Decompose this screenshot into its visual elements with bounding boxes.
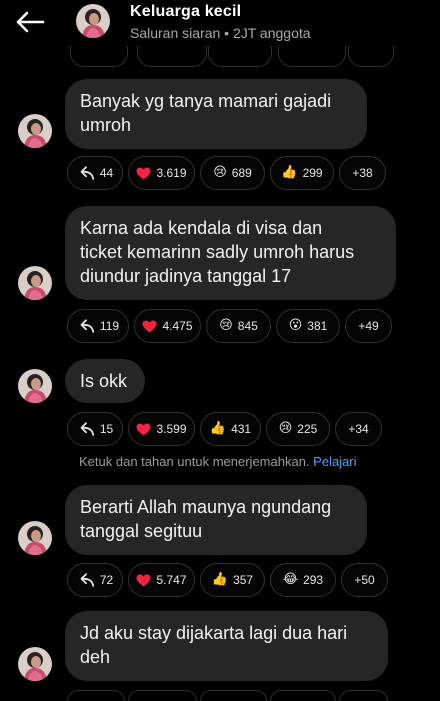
reply-arrow-icon bbox=[77, 573, 95, 588]
reaction-chip-edge bbox=[70, 46, 128, 67]
surprised-face-icon: 😮 bbox=[288, 318, 303, 333]
thumbs-up-icon: 👍 bbox=[281, 165, 298, 180]
reply-count: 44 bbox=[99, 166, 114, 180]
heart-reaction-chip[interactable]: 4.475 bbox=[134, 309, 201, 343]
heart-icon bbox=[136, 574, 151, 587]
reaction-count: 293 bbox=[303, 573, 324, 587]
reaction-chip-edge bbox=[137, 46, 207, 67]
heart-reaction-chip[interactable]: 5.747 bbox=[128, 563, 195, 597]
reply-arrow-icon bbox=[77, 166, 95, 181]
emoji-reaction-chip[interactable]: 😢 225 bbox=[266, 412, 330, 446]
reply-count: 119 bbox=[99, 319, 120, 333]
reaction-chip-edge bbox=[208, 46, 272, 67]
more-reactions-chip[interactable]: +49 bbox=[345, 309, 392, 343]
emoji-reaction-chip[interactable]: 👍 431 bbox=[200, 412, 261, 446]
back-arrow-icon[interactable] bbox=[14, 10, 46, 34]
message-bubble[interactable]: Banyak yg tanya mamari gajadi umroh bbox=[65, 79, 367, 149]
emoji-reaction-chip[interactable]: 😂 293 bbox=[270, 563, 336, 597]
emoji-reaction-chip[interactable]: 👍 299 bbox=[270, 156, 334, 190]
emoji-reaction-chip[interactable]: 😢 689 bbox=[200, 156, 265, 190]
thumbs-up-icon: 👍 bbox=[209, 421, 227, 436]
crying-face-icon: 😢 bbox=[213, 165, 227, 180]
thumbs-up-icon: 👍 bbox=[211, 572, 229, 587]
crying-face-icon: 😢 bbox=[278, 421, 293, 436]
reaction-count: 299 bbox=[302, 166, 323, 180]
reply-count: 15 bbox=[99, 422, 114, 436]
reaction-chip-edge bbox=[348, 46, 394, 67]
reply-arrow-icon bbox=[77, 319, 95, 334]
heart-reaction-chip[interactable]: 3.599 bbox=[128, 412, 195, 446]
reply-count-chip[interactable]: 119 bbox=[67, 309, 129, 343]
sender-avatar[interactable] bbox=[18, 114, 52, 148]
reply-arrow-icon bbox=[77, 422, 95, 437]
reaction-count: 431 bbox=[231, 422, 252, 436]
reply-count-chip[interactable]: 44 bbox=[67, 156, 123, 190]
channel-title[interactable]: Keluarga kecil bbox=[130, 3, 241, 21]
reaction-chip-edge bbox=[128, 690, 197, 701]
sender-avatar[interactable] bbox=[18, 521, 52, 555]
reaction-chip-edge bbox=[200, 690, 267, 701]
channel-avatar[interactable] bbox=[76, 4, 110, 38]
message-bubble[interactable]: Berarti Allah maunya ngundang tanggal se… bbox=[65, 485, 367, 555]
reaction-bar: 119 4.475 😢 845 😮 381 +49 bbox=[67, 309, 392, 343]
more-reactions-chip[interactable]: +34 bbox=[335, 412, 382, 446]
channel-header: Keluarga kecil Saluran siaran • 2JT angg… bbox=[0, 0, 440, 67]
learn-more-link[interactable]: Pelajari bbox=[313, 454, 356, 469]
heart-count: 3.619 bbox=[156, 166, 187, 180]
reaction-chip-edge bbox=[339, 690, 388, 701]
heart-count: 3.599 bbox=[156, 422, 187, 436]
heart-count: 5.747 bbox=[156, 573, 187, 587]
reaction-bar: 72 5.747 👍 357 😂 293 +50 bbox=[67, 563, 388, 597]
reaction-count: 845 bbox=[237, 319, 258, 333]
heart-icon bbox=[136, 423, 151, 436]
reaction-chip-edge bbox=[278, 46, 346, 67]
more-reactions-chip[interactable]: +50 bbox=[341, 563, 388, 597]
message-bubble[interactable]: Jd aku stay dijakarta lagi dua hari deh bbox=[65, 611, 388, 681]
translate-hint: Ketuk dan tahan untuk menerjemahkan. Pel… bbox=[79, 454, 357, 469]
sender-avatar[interactable] bbox=[18, 647, 52, 681]
reaction-count: 225 bbox=[297, 422, 318, 436]
heart-count: 4.475 bbox=[162, 319, 193, 333]
emoji-reaction-chip[interactable]: 😮 381 bbox=[276, 309, 340, 343]
laughing-face-icon: 😂 bbox=[282, 572, 299, 587]
heart-icon bbox=[136, 167, 151, 180]
crying-face-icon: 😢 bbox=[219, 318, 233, 333]
reply-count: 72 bbox=[99, 573, 114, 587]
heart-reaction-chip[interactable]: 3.619 bbox=[128, 156, 195, 190]
emoji-reaction-chip[interactable]: 👍 357 bbox=[200, 563, 265, 597]
reply-count-chip[interactable]: 72 bbox=[67, 563, 123, 597]
translate-hint-text: Ketuk dan tahan untuk menerjemahkan. bbox=[79, 454, 310, 469]
message-bubble[interactable]: Is okk bbox=[65, 359, 145, 403]
message-bubble[interactable]: Karna ada kendala di visa dan ticket kem… bbox=[65, 206, 396, 300]
sender-avatar[interactable] bbox=[18, 369, 52, 403]
heart-icon bbox=[142, 320, 157, 333]
reaction-count: 689 bbox=[231, 166, 252, 180]
sender-avatar[interactable] bbox=[18, 266, 52, 300]
reaction-bar: 44 3.619 😢 689 👍 299 +38 bbox=[67, 156, 386, 190]
reply-count-chip[interactable]: 15 bbox=[67, 412, 123, 446]
reaction-count: 357 bbox=[233, 573, 254, 587]
reaction-chip-edge bbox=[67, 690, 125, 701]
reaction-chip-edge bbox=[270, 690, 336, 701]
reaction-count: 381 bbox=[307, 319, 328, 333]
channel-subtitle[interactable]: Saluran siaran • 2JT anggota bbox=[130, 25, 311, 41]
reaction-bar: 15 3.599 👍 431 😢 225 +34 bbox=[67, 412, 382, 446]
emoji-reaction-chip[interactable]: 😢 845 bbox=[206, 309, 271, 343]
more-reactions-chip[interactable]: +38 bbox=[339, 156, 386, 190]
